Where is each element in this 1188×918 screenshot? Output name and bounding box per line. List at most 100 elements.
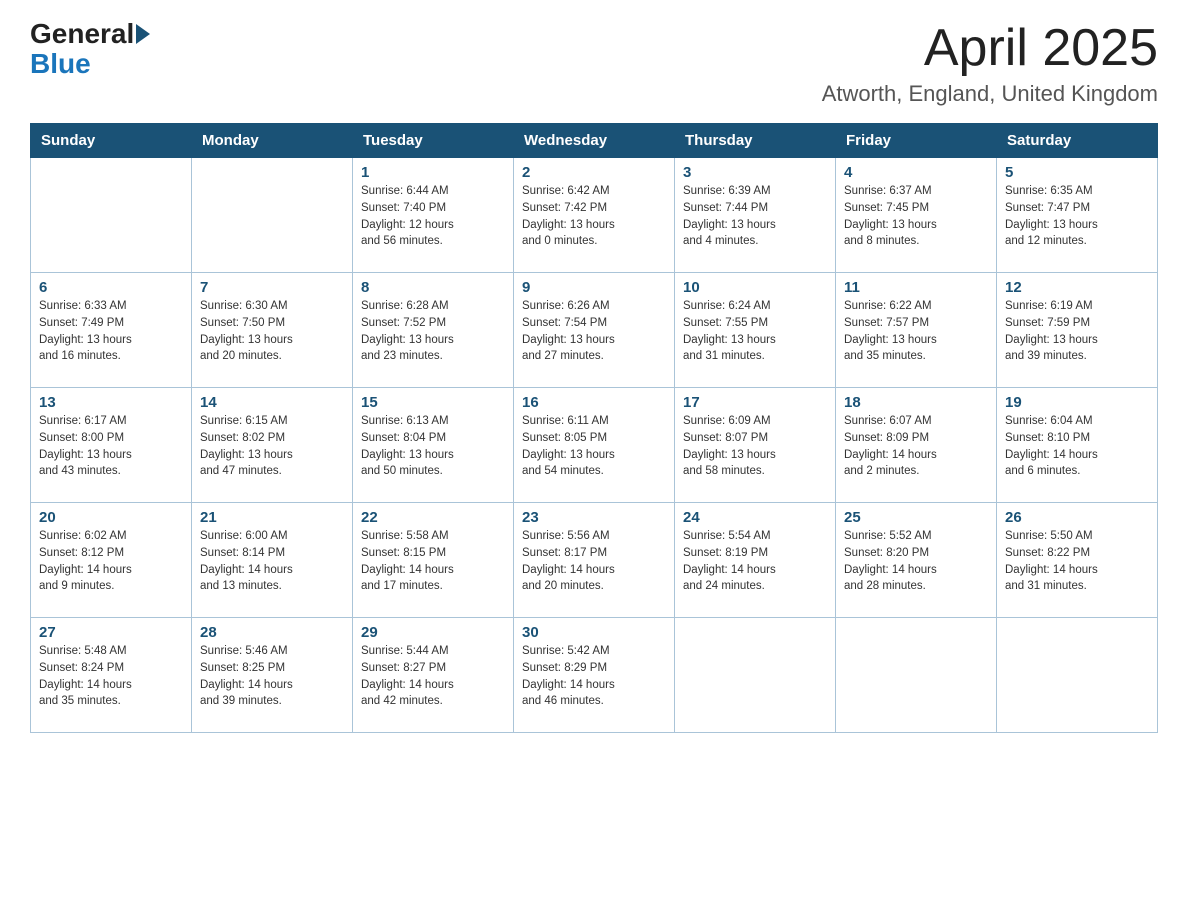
calendar-cell	[192, 158, 353, 273]
calendar-cell: 5 Sunrise: 6:35 AM Sunset: 7:47 PM Daylig…	[997, 158, 1158, 273]
week-row-1: 1 Sunrise: 6:44 AM Sunset: 7:40 PM Daylig…	[31, 158, 1158, 273]
day-number: 14	[200, 394, 344, 411]
day-number: 16	[522, 394, 666, 411]
day-info: Sunrise: 6:19 AM Sunset: 7:59 PM Dayligh…	[1005, 298, 1149, 365]
week-row-3: 13 Sunrise: 6:17 AM Sunset: 8:00 PM Dayli…	[31, 388, 1158, 503]
day-number: 6	[39, 279, 183, 296]
day-info: Sunrise: 6:13 AM Sunset: 8:04 PM Dayligh…	[361, 413, 505, 480]
day-info: Sunrise: 6:42 AM Sunset: 7:42 PM Dayligh…	[522, 183, 666, 250]
calendar-cell: 24 Sunrise: 5:54 AM Sunset: 8:19 PM Dayli…	[675, 503, 836, 618]
day-info: Sunrise: 6:09 AM Sunset: 8:07 PM Dayligh…	[683, 413, 827, 480]
day-info: Sunrise: 5:58 AM Sunset: 8:15 PM Dayligh…	[361, 528, 505, 595]
calendar-cell: 19Sunrise: 6:04 AM Sunset: 8:10 PM Dayli…	[997, 388, 1158, 503]
day-number: 10	[683, 279, 827, 296]
day-number: 17	[683, 394, 827, 411]
day-info: Sunrise: 5:44 AM Sunset: 8:27 PM Dayligh…	[361, 643, 505, 710]
day-info: Sunrise: 6:17 AM Sunset: 8:00 PM Dayligh…	[39, 413, 183, 480]
day-info: Sunrise: 5:52 AM Sunset: 8:20 PM Dayligh…	[844, 528, 988, 595]
day-number: 3	[683, 164, 827, 181]
day-info: Sunrise: 6:44 AM Sunset: 7:40 PM Dayligh…	[361, 183, 505, 250]
calendar-cell: 15 Sunrise: 6:13 AM Sunset: 8:04 PM Dayli…	[353, 388, 514, 503]
calendar-cell: 29 Sunrise: 5:44 AM Sunset: 8:27 PM Dayli…	[353, 618, 514, 733]
logo-general-text: General	[30, 20, 134, 48]
calendar-cell	[675, 618, 836, 733]
calendar-table: SundayMondayTuesdayWednesdayThursdayFrid…	[30, 123, 1158, 733]
calendar-cell: 28 Sunrise: 5:46 AM Sunset: 8:25 PM Dayli…	[192, 618, 353, 733]
day-number: 25	[844, 509, 988, 526]
calendar-cell	[836, 618, 997, 733]
day-number: 22	[361, 509, 505, 526]
location: Atworth, England, United Kingdom	[822, 81, 1158, 107]
calendar-cell: 2 Sunrise: 6:42 AM Sunset: 7:42 PM Daylig…	[514, 158, 675, 273]
day-number: 2	[522, 164, 666, 181]
header-row: SundayMondayTuesdayWednesdayThursdayFrid…	[31, 124, 1158, 158]
day-info: Sunrise: 6:39 AM Sunset: 7:44 PM Dayligh…	[683, 183, 827, 250]
calendar-cell: 3 Sunrise: 6:39 AM Sunset: 7:44 PM Daylig…	[675, 158, 836, 273]
header-thursday: Thursday	[675, 124, 836, 158]
day-info: Sunrise: 5:42 AM Sunset: 8:29 PM Dayligh…	[522, 643, 666, 710]
day-number: 15	[361, 394, 505, 411]
calendar-cell: 27 Sunrise: 5:48 AM Sunset: 8:24 PM Dayli…	[31, 618, 192, 733]
day-info: Sunrise: 6:15 AM Sunset: 8:02 PM Dayligh…	[200, 413, 344, 480]
day-number: 24	[683, 509, 827, 526]
calendar-cell: 26 Sunrise: 5:50 AM Sunset: 8:22 PM Dayli…	[997, 503, 1158, 618]
day-number: 5	[1005, 164, 1149, 181]
calendar-cell	[997, 618, 1158, 733]
day-number: 12	[1005, 279, 1149, 296]
day-info: Sunrise: 5:50 AM Sunset: 8:22 PM Dayligh…	[1005, 528, 1149, 595]
day-info: Sunrise: 6:07 AM Sunset: 8:09 PM Dayligh…	[844, 413, 988, 480]
day-number: 11	[844, 279, 988, 296]
day-number: 18	[844, 394, 988, 411]
logo: General Blue	[30, 20, 150, 80]
week-row-5: 27 Sunrise: 5:48 AM Sunset: 8:24 PM Dayli…	[31, 618, 1158, 733]
header-wednesday: Wednesday	[514, 124, 675, 158]
week-row-2: 6Sunrise: 6:33 AM Sunset: 7:49 PM Daylig…	[31, 273, 1158, 388]
day-number: 26	[1005, 509, 1149, 526]
day-info: Sunrise: 5:46 AM Sunset: 8:25 PM Dayligh…	[200, 643, 344, 710]
day-info: Sunrise: 5:48 AM Sunset: 8:24 PM Dayligh…	[39, 643, 183, 710]
calendar-cell: 6Sunrise: 6:33 AM Sunset: 7:49 PM Daylig…	[31, 273, 192, 388]
header-friday: Friday	[836, 124, 997, 158]
day-info: Sunrise: 6:11 AM Sunset: 8:05 PM Dayligh…	[522, 413, 666, 480]
day-number: 9	[522, 279, 666, 296]
day-info: Sunrise: 6:04 AM Sunset: 8:10 PM Dayligh…	[1005, 413, 1149, 480]
calendar-cell: 23Sunrise: 5:56 AM Sunset: 8:17 PM Dayli…	[514, 503, 675, 618]
day-number: 30	[522, 624, 666, 641]
day-number: 7	[200, 279, 344, 296]
calendar-cell: 30 Sunrise: 5:42 AM Sunset: 8:29 PM Dayli…	[514, 618, 675, 733]
logo-blue-text: Blue	[30, 48, 91, 80]
day-number: 13	[39, 394, 183, 411]
calendar-cell: 18 Sunrise: 6:07 AM Sunset: 8:09 PM Dayli…	[836, 388, 997, 503]
day-number: 27	[39, 624, 183, 641]
calendar-cell: 4Sunrise: 6:37 AM Sunset: 7:45 PM Daylig…	[836, 158, 997, 273]
calendar-cell: 9 Sunrise: 6:26 AM Sunset: 7:54 PM Daylig…	[514, 273, 675, 388]
week-row-4: 20 Sunrise: 6:02 AM Sunset: 8:12 PM Dayli…	[31, 503, 1158, 618]
calendar-cell: 20 Sunrise: 6:02 AM Sunset: 8:12 PM Dayli…	[31, 503, 192, 618]
calendar-cell: 25 Sunrise: 5:52 AM Sunset: 8:20 PM Dayli…	[836, 503, 997, 618]
day-info: Sunrise: 6:30 AM Sunset: 7:50 PM Dayligh…	[200, 298, 344, 365]
calendar-cell: 22 Sunrise: 5:58 AM Sunset: 8:15 PM Dayli…	[353, 503, 514, 618]
day-info: Sunrise: 5:54 AM Sunset: 8:19 PM Dayligh…	[683, 528, 827, 595]
header-saturday: Saturday	[997, 124, 1158, 158]
header-monday: Monday	[192, 124, 353, 158]
day-info: Sunrise: 6:02 AM Sunset: 8:12 PM Dayligh…	[39, 528, 183, 595]
calendar-cell: 7 Sunrise: 6:30 AM Sunset: 7:50 PM Daylig…	[192, 273, 353, 388]
calendar-cell: 14 Sunrise: 6:15 AM Sunset: 8:02 PM Dayli…	[192, 388, 353, 503]
day-info: Sunrise: 6:00 AM Sunset: 8:14 PM Dayligh…	[200, 528, 344, 595]
calendar-cell	[31, 158, 192, 273]
logo-arrow-icon	[136, 24, 150, 44]
calendar-cell: 10Sunrise: 6:24 AM Sunset: 7:55 PM Dayli…	[675, 273, 836, 388]
title-section: April 2025 Atworth, England, United King…	[822, 20, 1158, 107]
day-number: 29	[361, 624, 505, 641]
day-info: Sunrise: 6:22 AM Sunset: 7:57 PM Dayligh…	[844, 298, 988, 365]
calendar-cell: 12 Sunrise: 6:19 AM Sunset: 7:59 PM Dayli…	[997, 273, 1158, 388]
calendar-cell: 17 Sunrise: 6:09 AM Sunset: 8:07 PM Dayli…	[675, 388, 836, 503]
day-number: 4	[844, 164, 988, 181]
day-info: Sunrise: 6:35 AM Sunset: 7:47 PM Dayligh…	[1005, 183, 1149, 250]
calendar-cell: 8Sunrise: 6:28 AM Sunset: 7:52 PM Daylig…	[353, 273, 514, 388]
day-number: 20	[39, 509, 183, 526]
day-info: Sunrise: 6:26 AM Sunset: 7:54 PM Dayligh…	[522, 298, 666, 365]
day-number: 1	[361, 164, 505, 181]
day-number: 28	[200, 624, 344, 641]
day-number: 8	[361, 279, 505, 296]
